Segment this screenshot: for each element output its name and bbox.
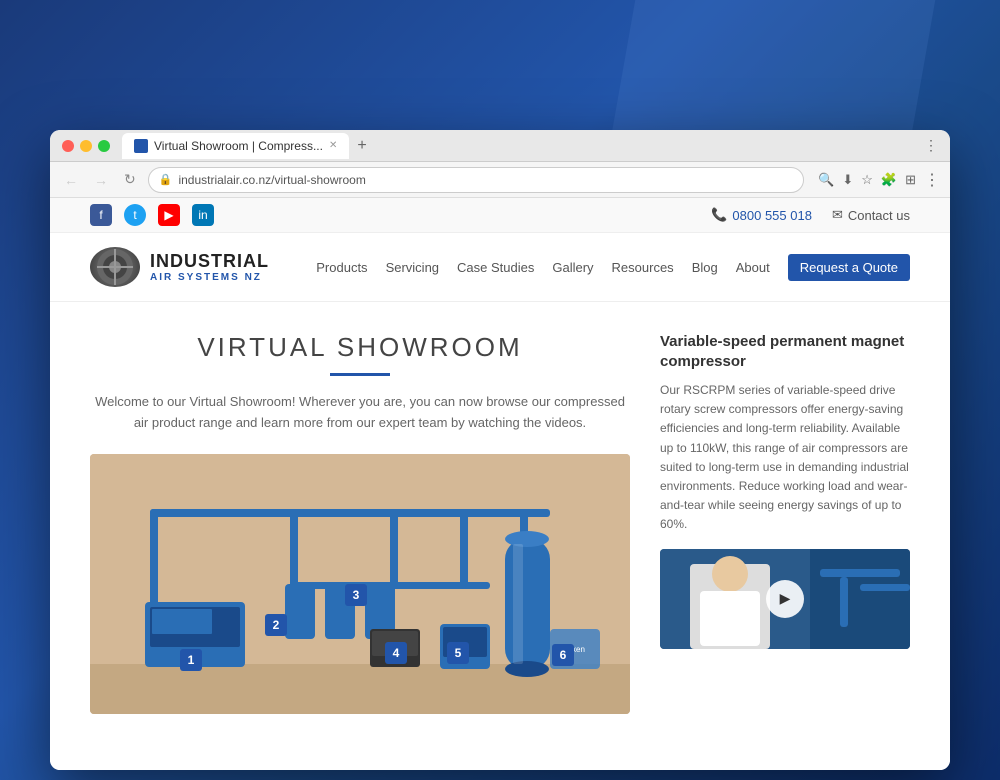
url-text: industrialair.co.nz/virtual-showroom xyxy=(178,173,365,187)
page-content: VIRTUAL SHOWROOM Welcome to our Virtual … xyxy=(50,302,950,734)
linkedin-icon[interactable]: in xyxy=(192,204,214,226)
nav-about[interactable]: About xyxy=(736,260,770,275)
contact-us-label: Contact us xyxy=(848,208,910,223)
compressor-visualization: Vixen 1 2 xyxy=(90,454,630,714)
nav-products[interactable]: Products xyxy=(316,260,367,275)
main-nav: INDUSTRIAL AIR SYSTEMS NZ Products Servi… xyxy=(50,233,950,302)
search-icon[interactable]: 🔍 xyxy=(818,172,834,188)
svg-text:6: 6 xyxy=(560,648,567,662)
page-description: Welcome to our Virtual Showroom! Whereve… xyxy=(90,392,630,434)
nav-resources[interactable]: Resources xyxy=(612,260,674,275)
phone-number: 0800 555 018 xyxy=(732,208,812,223)
play-button[interactable]: ▶ xyxy=(766,580,804,618)
logo-title: INDUSTRIAL xyxy=(150,251,269,272)
product-description: Our RSCRPM series of variable-speed driv… xyxy=(660,381,910,535)
phone-item[interactable]: 📞 0800 555 018 xyxy=(711,207,812,223)
topbar: f t ▶ in 📞 0800 555 018 ✉ Contact us xyxy=(50,198,950,233)
address-bar-row: ← → ↻ 🔒 industrialair.co.nz/virtual-show… xyxy=(50,162,950,198)
browser-menu-button[interactable]: ⋮ xyxy=(924,137,938,154)
browser-chrome: Virtual Showroom | Compress... ✕ + ⋮ xyxy=(50,130,950,162)
nav-links: Products Servicing Case Studies Gallery … xyxy=(316,254,910,281)
website-content: f t ▶ in 📞 0800 555 018 ✉ Contact us xyxy=(50,198,950,770)
contact-us-link[interactable]: ✉ Contact us xyxy=(832,207,910,223)
page-header: VIRTUAL SHOWROOM Welcome to our Virtual … xyxy=(90,332,630,434)
svg-text:2: 2 xyxy=(273,618,280,632)
svg-text:1: 1 xyxy=(188,653,195,667)
logo-subtitle: AIR SYSTEMS NZ xyxy=(150,272,269,283)
product-title: Variable-speed permanent magnet compress… xyxy=(660,332,910,371)
new-tab-button[interactable]: + xyxy=(357,137,366,155)
chrome-menu-button[interactable]: ⋮ xyxy=(924,170,940,190)
twitter-icon[interactable]: t xyxy=(124,204,146,226)
svg-text:5: 5 xyxy=(455,646,462,660)
logo-text: INDUSTRIAL AIR SYSTEMS NZ xyxy=(150,251,269,283)
social-icons: f t ▶ in xyxy=(90,204,214,226)
close-button[interactable] xyxy=(62,140,74,152)
tab-close-icon[interactable]: ✕ xyxy=(329,140,337,151)
tab-favicon xyxy=(134,139,148,153)
nav-blog[interactable]: Blog xyxy=(692,260,718,275)
nav-gallery[interactable]: Gallery xyxy=(552,260,593,275)
lock-icon: 🔒 xyxy=(159,173,173,186)
topbar-right: 📞 0800 555 018 ✉ Contact us xyxy=(711,207,910,223)
title-underline xyxy=(330,373,390,376)
minimize-button[interactable] xyxy=(80,140,92,152)
tab-bar: Virtual Showroom | Compress... ✕ + xyxy=(122,133,916,159)
video-thumbnail[interactable]: ▶ xyxy=(660,549,910,649)
address-bar-icons: 🔍 ⬇ ☆ 🧩 ⊞ xyxy=(818,172,916,188)
maximize-button[interactable] xyxy=(98,140,110,152)
traffic-lights xyxy=(62,140,110,152)
extension-icon[interactable]: 🧩 xyxy=(881,172,897,188)
refresh-button[interactable]: ↻ xyxy=(120,169,140,190)
address-bar[interactable]: 🔒 industrialair.co.nz/virtual-showroom xyxy=(148,167,804,193)
email-icon: ✉ xyxy=(832,207,843,223)
back-button[interactable]: ← xyxy=(60,170,82,190)
tab-grid-icon[interactable]: ⊞ xyxy=(905,172,916,188)
youtube-icon[interactable]: ▶ xyxy=(158,204,180,226)
facebook-icon[interactable]: f xyxy=(90,204,112,226)
active-tab[interactable]: Virtual Showroom | Compress... ✕ xyxy=(122,133,349,159)
browser-window: Virtual Showroom | Compress... ✕ + ⋮ ← →… xyxy=(50,130,950,770)
logo-icon xyxy=(90,247,140,287)
page-title: VIRTUAL SHOWROOM xyxy=(90,332,630,363)
nav-case-studies[interactable]: Case Studies xyxy=(457,260,534,275)
right-column: Variable-speed permanent magnet compress… xyxy=(660,332,910,714)
forward-button[interactable]: → xyxy=(90,170,112,190)
tab-label: Virtual Showroom | Compress... xyxy=(154,139,323,153)
svg-text:4: 4 xyxy=(393,646,400,660)
logo[interactable]: INDUSTRIAL AIR SYSTEMS NZ xyxy=(90,247,269,287)
phone-icon: 📞 xyxy=(711,207,727,223)
download-icon[interactable]: ⬇ xyxy=(842,172,853,188)
nav-request-quote[interactable]: Request a Quote xyxy=(788,254,910,281)
play-icon: ▶ xyxy=(780,590,791,607)
left-column: VIRTUAL SHOWROOM Welcome to our Virtual … xyxy=(90,332,630,714)
nav-servicing[interactable]: Servicing xyxy=(386,260,439,275)
bookmark-icon[interactable]: ☆ xyxy=(861,172,873,188)
svg-text:3: 3 xyxy=(353,588,360,602)
showroom-image: Vixen 1 2 xyxy=(90,454,630,714)
